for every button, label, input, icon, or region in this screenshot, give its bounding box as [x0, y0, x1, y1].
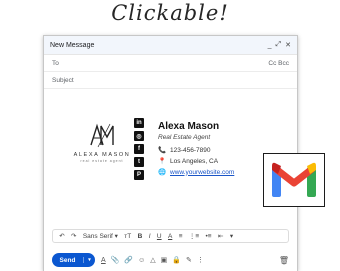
- gmail-logo-box: [263, 153, 325, 207]
- headline: Clickable!: [111, 1, 229, 25]
- redo-icon[interactable]: ↷: [71, 232, 76, 240]
- monogram-logo-icon: [90, 123, 114, 148]
- globe-icon: 🌐: [158, 169, 167, 176]
- chevron-down-icon: ▾: [114, 233, 118, 240]
- website-link[interactable]: www.yourwebsite.com: [170, 169, 234, 176]
- text-color-icon[interactable]: A: [168, 233, 172, 240]
- signature-info: Alexa Mason Real Estate Agent 📞 123-456-…: [158, 121, 234, 179]
- formatting-options-icon[interactable]: A: [101, 257, 106, 264]
- phone-icon: 📞: [158, 147, 167, 154]
- cc-bcc-link[interactable]: Cc Bcc: [268, 60, 289, 67]
- bullet-list-icon[interactable]: •≡: [206, 233, 212, 240]
- font-size-icon[interactable]: тT: [124, 233, 131, 240]
- social-icons: in ◎ f t P: [134, 118, 146, 183]
- photo-icon[interactable]: ▣: [161, 256, 168, 264]
- compose-titlebar: New Message _ ⤢ ✕: [44, 36, 297, 55]
- signature-role: Real Estate Agent: [158, 134, 211, 141]
- font-select-label: Sans Serif: [82, 233, 113, 240]
- trash-icon[interactable]: 🗑: [279, 256, 289, 265]
- subject-label: Subject: [52, 76, 74, 84]
- instagram-icon[interactable]: ◎: [134, 131, 144, 141]
- facebook-icon[interactable]: f: [134, 144, 144, 154]
- minimize-icon[interactable]: _: [268, 42, 272, 49]
- expand-icon[interactable]: ⤢: [276, 41, 282, 49]
- location-pin-icon: 📍: [158, 158, 167, 165]
- compose-window: New Message _ ⤢ ✕ To Cc Bcc Subject ALEX…: [43, 35, 298, 271]
- location-text: Los Angeles, CA: [170, 157, 219, 165]
- pinterest-icon[interactable]: P: [134, 170, 144, 180]
- compose-bottom-bar: Send ▾ A 📎 🔗 ☺ △ ▣ 🔒 ✎ ⋮ 🗑: [44, 249, 297, 271]
- logo-tagline: real estate agent: [80, 159, 124, 163]
- twitter-icon[interactable]: t: [134, 157, 144, 167]
- email-signature: ALEXA MASON real estate agent in ◎ f t P…: [44, 87, 297, 207]
- location-line: 📍 Los Angeles, CA: [158, 157, 234, 166]
- phone-line: 📞 123-456-7890: [158, 146, 234, 155]
- undo-icon[interactable]: ↶: [59, 232, 64, 240]
- align-icon[interactable]: ≡: [179, 233, 183, 240]
- more-formatting-icon[interactable]: ▾: [230, 232, 233, 240]
- underline-icon[interactable]: U: [157, 233, 162, 240]
- close-icon[interactable]: ✕: [285, 41, 291, 49]
- window-title: New Message: [50, 41, 95, 49]
- to-label: To: [52, 59, 59, 67]
- send-options-icon[interactable]: ▾: [83, 257, 95, 263]
- compose-tools: A 📎 🔗 ☺ △ ▣ 🔒 ✎ ⋮: [101, 256, 279, 265]
- drive-icon[interactable]: △: [150, 256, 155, 264]
- to-field[interactable]: To Cc Bcc: [44, 55, 297, 72]
- attach-icon[interactable]: 📎: [111, 256, 120, 264]
- confidential-icon[interactable]: 🔒: [172, 256, 181, 264]
- formatting-toolbar: ↶ ↷ Sans Serif ▾ тT B I U A ≡ ⋮≡ •≡ ⇤ ▾: [52, 229, 289, 243]
- send-button[interactable]: Send ▾: [52, 253, 95, 267]
- gmail-icon: [272, 162, 316, 197]
- font-select[interactable]: Sans Serif ▾: [83, 232, 118, 240]
- signature-pen-icon[interactable]: ✎: [186, 256, 192, 264]
- logo-name: ALEXA MASON: [73, 152, 131, 158]
- website-line: 🌐 www.yourwebsite.com: [158, 168, 234, 177]
- more-options-icon[interactable]: ⋮: [197, 256, 204, 264]
- logo: ALEXA MASON real estate agent: [72, 123, 132, 163]
- send-label: Send: [59, 256, 76, 264]
- emoji-icon[interactable]: ☺: [138, 257, 145, 264]
- linkedin-icon[interactable]: in: [134, 118, 144, 128]
- italic-icon[interactable]: I: [149, 233, 151, 240]
- signature-name: Alexa Mason: [158, 121, 220, 132]
- indent-icon[interactable]: ⇤: [218, 232, 223, 240]
- phone-text: 123-456-7890: [170, 146, 211, 154]
- link-icon[interactable]: 🔗: [124, 256, 133, 264]
- bold-icon[interactable]: B: [138, 233, 143, 240]
- numbered-list-icon[interactable]: ⋮≡: [189, 232, 199, 240]
